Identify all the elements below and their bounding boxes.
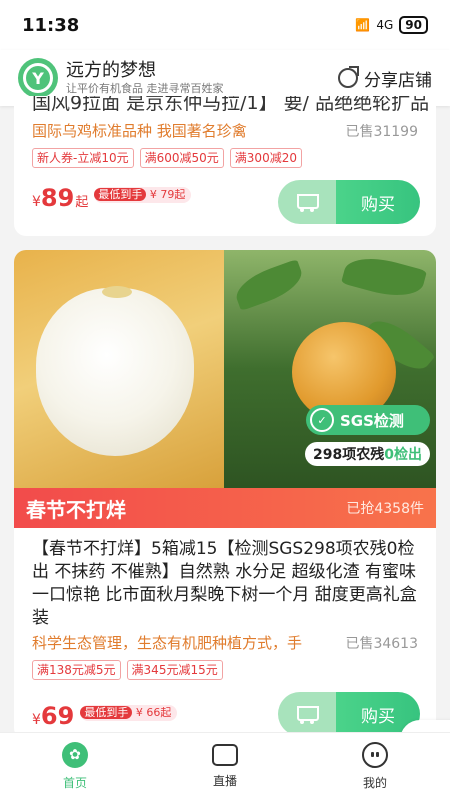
share-shop-button[interactable]: 分享店铺 xyxy=(338,66,432,91)
product-slogan-row: 国际乌鸡标准品种 我国著名珍禽 已售31199 xyxy=(32,120,418,141)
price-row: ¥ 89 起 最低到手 ¥ 79起 xyxy=(32,184,192,212)
pear-illustration xyxy=(36,288,194,456)
tab-live[interactable]: 直播 xyxy=(150,733,300,800)
lowest-price: ¥ 79起 xyxy=(149,188,186,201)
tab-profile[interactable]: 我的 xyxy=(300,733,450,800)
sold-count: 已售31199 xyxy=(345,123,418,140)
add-to-cart-button[interactable] xyxy=(278,692,336,736)
product-title: 【春节不打烊】5箱减15【检测SGS298项农残0检出 不抹药 不催熟】自然熟 … xyxy=(32,539,417,628)
add-to-cart-button[interactable] xyxy=(278,180,336,224)
price-value: 89 xyxy=(40,184,75,212)
tab-label: 我的 xyxy=(362,776,387,790)
product-card[interactable]: ✓ SGS检测 298项农残0检出 春节不打烊 已抢4358件 【春节不打烊】5… xyxy=(14,250,436,740)
shop-logo[interactable]: Y xyxy=(18,58,58,98)
status-bar: 11:38 📶 4G 90 xyxy=(0,0,450,50)
sprout-icon: Y xyxy=(23,63,53,93)
product-slogan-row: 科学生态管理，生态有机肥种植方式，手 已售34613 xyxy=(32,632,418,653)
coupon-list: 满138元减5元 满345元减15元 xyxy=(32,660,223,680)
product-title: 国风9拉面 是京东仲马拉/1】 要/ 品绝绝轮扩品 xyxy=(32,96,430,114)
leaf-shape xyxy=(340,250,428,304)
pear-stem-illustration xyxy=(102,286,132,298)
network-type: 4G xyxy=(376,18,394,32)
share-label: 分享店铺 xyxy=(364,70,432,91)
lowest-price-badge: 最低到手 ¥ 66起 xyxy=(80,705,178,721)
live-tv-icon xyxy=(212,744,238,766)
shop-slogan: 让平价有机食品 走进寻常百姓家 xyxy=(66,82,224,95)
pear-tree-image: ✓ SGS检测 298项农残0检出 xyxy=(224,250,436,488)
lowest-label: 最低到手 xyxy=(94,188,147,201)
buy-label: 购买 xyxy=(336,180,420,224)
status-icons: 📶 4G 90 xyxy=(355,16,428,34)
banner-title: 春节不打烊 xyxy=(26,497,126,522)
test-highlight: 0检出 xyxy=(384,447,422,463)
leaf-shape xyxy=(230,258,308,312)
buy-button[interactable]: 购买 xyxy=(278,692,420,736)
tab-home[interactable]: ✿ 首页 xyxy=(0,733,150,800)
sgs-label: SGS检测 xyxy=(340,411,404,430)
currency-symbol: ¥ xyxy=(32,194,41,210)
buy-button[interactable]: 购买 xyxy=(278,180,420,224)
bottom-tab-bar: ✿ 首页 直播 我的 xyxy=(0,732,450,800)
coupon-list: 新人券-立减10元 满600减50元 满300减20 xyxy=(32,148,302,168)
tab-label: 直播 xyxy=(212,774,237,788)
sold-count: 已售34613 xyxy=(345,635,418,652)
sgs-badge: ✓ SGS检测 xyxy=(306,405,430,435)
battery-indicator: 90 xyxy=(399,16,428,34)
price-row: ¥ 69 最低到手 ¥ 66起 xyxy=(32,702,178,730)
lowest-price-badge: 最低到手 ¥ 79起 xyxy=(94,187,192,203)
cart-icon xyxy=(294,704,320,724)
test-prefix: 298项农残 xyxy=(313,447,385,463)
product-card[interactable]: 国风9拉面 是京东仲马拉/1】 要/ 品绝绝轮扩品 国际乌鸡标准品种 我国著名珍… xyxy=(14,96,436,236)
product-image[interactable]: ✓ SGS检测 298项农残0检出 xyxy=(14,250,436,488)
price-value: 69 xyxy=(40,702,75,730)
coupon-tag: 新人券-立减10元 xyxy=(32,148,134,168)
tab-label: 首页 xyxy=(62,776,87,790)
lowest-price: ¥ 66起 xyxy=(135,706,172,719)
status-time: 11:38 xyxy=(22,14,80,36)
coupon-tag: 满138元减5元 xyxy=(32,660,121,680)
cart-icon xyxy=(294,192,320,212)
shop-info: 远方的梦想 让平价有机食品 走进寻常百姓家 xyxy=(66,60,224,96)
coupon-tag: 满345元减15元 xyxy=(126,660,223,680)
home-sprout-icon: ✿ xyxy=(62,742,88,768)
coupon-tag: 满300减20 xyxy=(229,148,302,168)
lowest-label: 最低到手 xyxy=(80,706,133,719)
product-slogan: 科学生态管理，生态有机肥种植方式，手 xyxy=(32,634,303,652)
price-suffix: 起 xyxy=(75,195,89,210)
coupon-tag: 满600减50元 xyxy=(139,148,224,168)
share-icon xyxy=(338,66,359,88)
peeled-pear-image xyxy=(14,250,224,488)
profile-face-icon xyxy=(362,742,388,768)
sprout-icon: ✓ xyxy=(310,408,334,432)
shop-name: 远方的梦想 xyxy=(66,60,156,81)
promo-banner: 春节不打烊 已抢4358件 xyxy=(14,488,436,528)
signal-icon: 📶 xyxy=(355,18,371,32)
currency-symbol: ¥ xyxy=(32,712,41,728)
product-slogan: 国际乌鸡标准品种 我国著名珍禽 xyxy=(32,122,247,140)
pesticide-test-badge: 298项农残0检出 xyxy=(305,442,430,466)
grabbed-count: 已抢4358件 xyxy=(346,501,424,517)
